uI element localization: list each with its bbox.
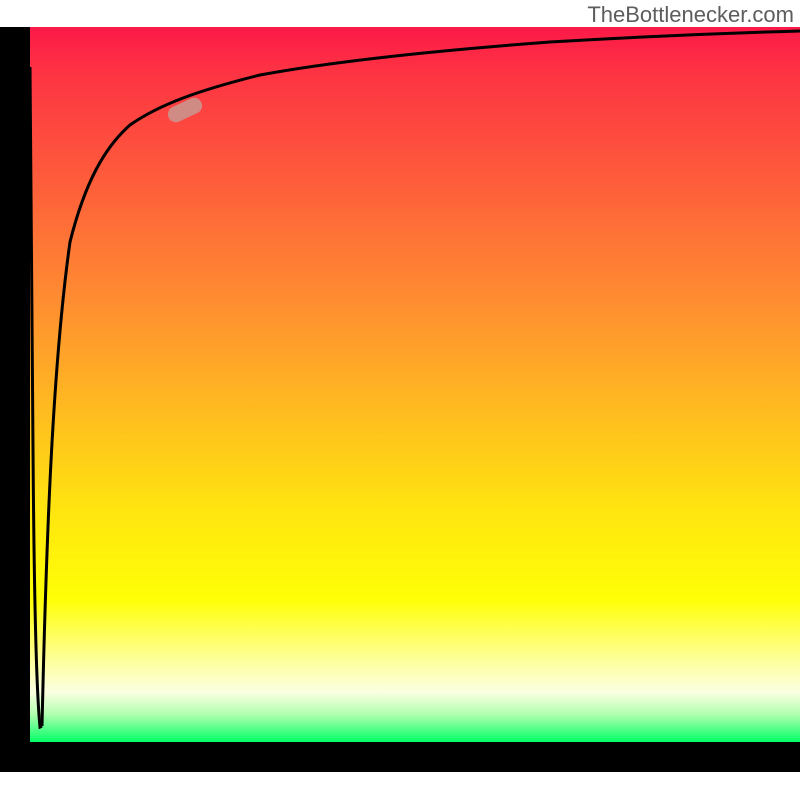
curve-upstroke xyxy=(42,31,800,726)
plot-area xyxy=(30,27,800,742)
chart-container: TheBottlenecker.com xyxy=(0,0,800,800)
attribution-label: TheBottlenecker.com xyxy=(587,2,794,28)
plot-frame xyxy=(0,27,800,772)
curve-layer xyxy=(30,27,800,742)
curve-marker xyxy=(165,95,204,125)
curve-downstroke xyxy=(30,67,42,727)
